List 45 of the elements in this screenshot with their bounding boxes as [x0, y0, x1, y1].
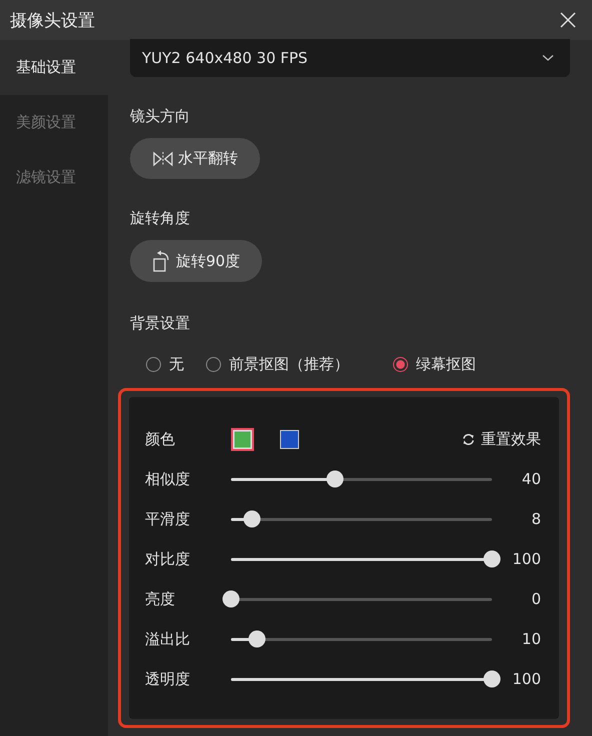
radio-option[interactable]: 无: [146, 355, 184, 374]
color-swatch[interactable]: [280, 430, 299, 448]
radio-button[interactable]: [206, 357, 221, 372]
close-button[interactable]: [558, 10, 578, 30]
radio-option[interactable]: 前景抠图（推荐）: [206, 355, 349, 374]
slider-thumb[interactable]: [326, 470, 344, 488]
dropdown-value: YUY2 640x480 30 FPS: [142, 48, 308, 67]
slider-thumb[interactable]: [222, 590, 240, 608]
slider-value: 40: [520, 470, 541, 488]
chevron-down-icon: [542, 54, 554, 62]
section-label: 背景设置: [130, 314, 190, 333]
slider-thumb[interactable]: [484, 670, 500, 688]
slider-thumb[interactable]: [484, 550, 500, 568]
radio-option[interactable]: 绿幕抠图: [393, 355, 476, 374]
slider-thumb[interactable]: [243, 510, 260, 528]
radio-button[interactable]: [393, 357, 408, 372]
format-dropdown[interactable]: YUY2 640x480 30 FPS: [130, 39, 570, 77]
radio-label: 无: [169, 355, 184, 374]
radio-label: 前景抠图（推荐）: [229, 355, 349, 374]
section-label: 镜头方向: [130, 106, 190, 126]
window-title: 摄像头设置: [10, 10, 95, 32]
slider-label: 相似度: [145, 470, 191, 488]
slider-thumb[interactable]: [248, 630, 266, 648]
slider-value: 100: [511, 550, 541, 568]
section-label: 旋转角度: [130, 209, 190, 228]
slider-label: 溢出比: [145, 630, 191, 648]
slider-label: 透明度: [145, 670, 191, 688]
slider-value: 10: [520, 630, 541, 648]
reset-button[interactable]: 重置效果: [462, 430, 541, 448]
rotate-button[interactable]: 旋转90度: [130, 240, 262, 282]
radio-button[interactable]: [146, 357, 161, 372]
slider-value: 8: [530, 510, 541, 528]
flip-button[interactable]: 水平翻转: [130, 138, 260, 180]
sidebar-item[interactable]: 基础设置: [0, 40, 108, 95]
slider-label: 对比度: [145, 550, 191, 568]
slider-value: 100: [511, 670, 541, 688]
close-icon: [560, 12, 576, 28]
slider-value: 0: [530, 590, 541, 608]
color-label: 颜色: [145, 430, 176, 448]
flip-icon: [152, 150, 174, 167]
slider-label: 亮度: [145, 590, 176, 608]
refresh-icon: [462, 432, 475, 446]
slider-label: 平滑度: [145, 510, 191, 528]
color-swatch[interactable]: [231, 428, 254, 450]
radio-label: 绿幕抠图: [416, 355, 476, 374]
